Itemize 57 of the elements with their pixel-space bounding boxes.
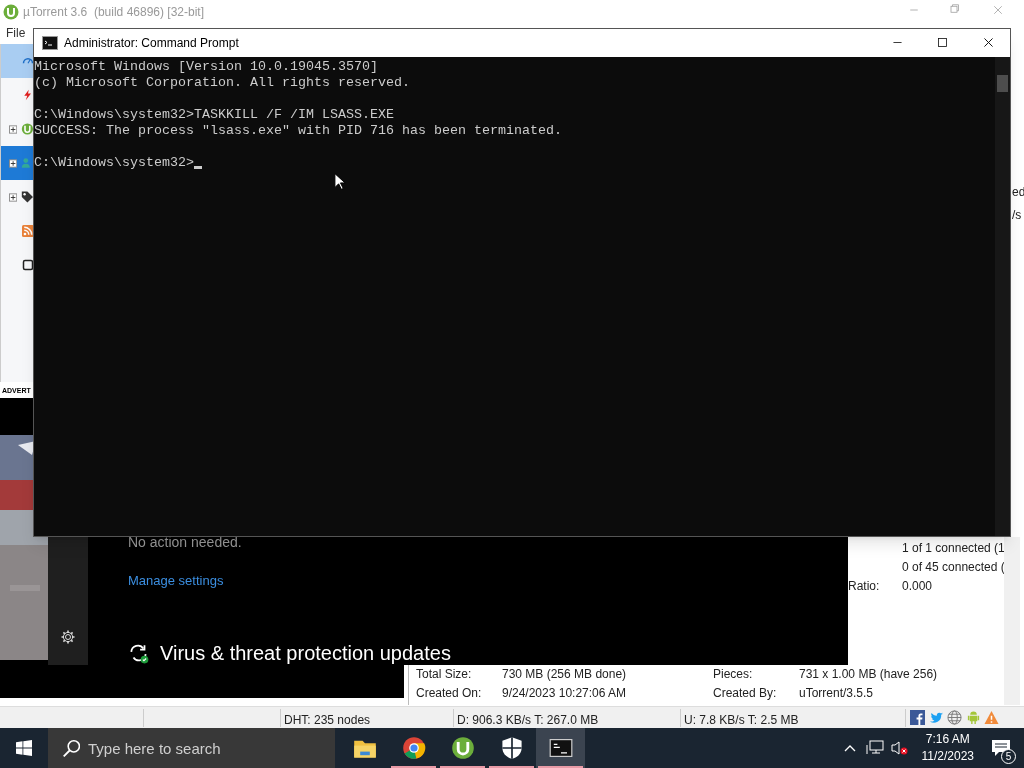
field-value: 1 of 1 connected (1 xyxy=(902,540,1005,557)
field-value: 731 x 1.00 MB (have 256) xyxy=(799,666,938,683)
expand-icon[interactable] xyxy=(9,192,18,202)
device-icon xyxy=(22,258,34,272)
search-field[interactable]: Type here to search xyxy=(48,728,335,768)
clock[interactable]: 7:16 AM 11/2/2023 xyxy=(917,731,978,765)
expand-icon[interactable] xyxy=(9,124,18,134)
mouse-cursor-icon xyxy=(334,172,346,191)
section-title: Virus & threat protection updates xyxy=(160,641,451,666)
menu-item[interactable]: File xyxy=(6,24,26,42)
field-value: 0 of 45 connected ( xyxy=(902,559,1005,576)
status-text: D: 906.3 KB/s T: 267.0 MB xyxy=(457,712,599,729)
field-label: Ratio: xyxy=(848,578,880,595)
refresh-icon xyxy=(128,642,150,664)
console-line: C:\Windows\system32>TASKKILL /F /IM LSASS.EXE xyxy=(34,107,394,123)
maximize-icon[interactable] xyxy=(936,36,949,49)
column-text: /s xyxy=(1012,207,1022,224)
notifications-button[interactable]: 5 xyxy=(978,728,1024,768)
console-icon xyxy=(42,36,58,50)
network-icon[interactable] xyxy=(865,740,884,756)
console-line: Microsoft Windows [Version 10.0.19045.3570] xyxy=(34,59,378,75)
windows-logo-icon xyxy=(16,740,32,756)
expand-icon[interactable] xyxy=(9,158,18,168)
status-text: No action needed. xyxy=(128,533,242,552)
utorrent-logo-icon xyxy=(3,4,19,20)
console-line: C:\Windows\system32> xyxy=(34,155,194,171)
manage-settings-link[interactable]: Manage settings xyxy=(128,571,224,591)
field-value: 9/24/2023 10:27:06 AM xyxy=(502,685,627,702)
close-icon[interactable] xyxy=(982,36,995,49)
window-title: Administrator: Command Prompt xyxy=(64,35,239,52)
field-label: Total Size: xyxy=(416,666,472,683)
status-text: DHT: 235 nodes xyxy=(284,712,371,729)
console-icon xyxy=(548,736,573,760)
field-value: uTorrent/3.5.5 xyxy=(799,685,874,702)
column-text: ed xyxy=(1012,184,1024,201)
console-line: SUCCESS: The process "lsass.exe" with PID 716 has been terminated. xyxy=(34,123,562,139)
window-title: µTorrent 3.6 (build 46896) [32-bit] xyxy=(23,4,204,21)
scrollbar[interactable] xyxy=(1004,537,1020,705)
field-value: 730 MB (256 MB done) xyxy=(502,666,627,683)
status-text: U: 7.8 KB/s T: 2.5 MB xyxy=(684,712,799,729)
field-label: Created On: xyxy=(416,685,482,702)
shield-icon xyxy=(499,736,524,760)
speaker-muted-icon[interactable] xyxy=(889,740,908,756)
field-label: Created By: xyxy=(713,685,777,702)
facebook-icon[interactable] xyxy=(910,710,925,725)
console-line: (c) Microsoft Corporation. All rights reserved. xyxy=(34,75,410,91)
utorrent-icon xyxy=(450,736,475,760)
settings-icon[interactable] xyxy=(60,629,76,645)
scrollbar[interactable] xyxy=(995,57,1010,536)
chrome-icon xyxy=(401,736,426,760)
notification-count: 5 xyxy=(1001,749,1016,764)
globe-icon[interactable] xyxy=(947,710,962,725)
taskbar-app-button[interactable] xyxy=(536,728,585,768)
field-value: 0.000 xyxy=(902,578,933,595)
field-label: Pieces: xyxy=(713,666,753,683)
text-cursor xyxy=(193,166,202,169)
search-icon xyxy=(62,739,80,757)
